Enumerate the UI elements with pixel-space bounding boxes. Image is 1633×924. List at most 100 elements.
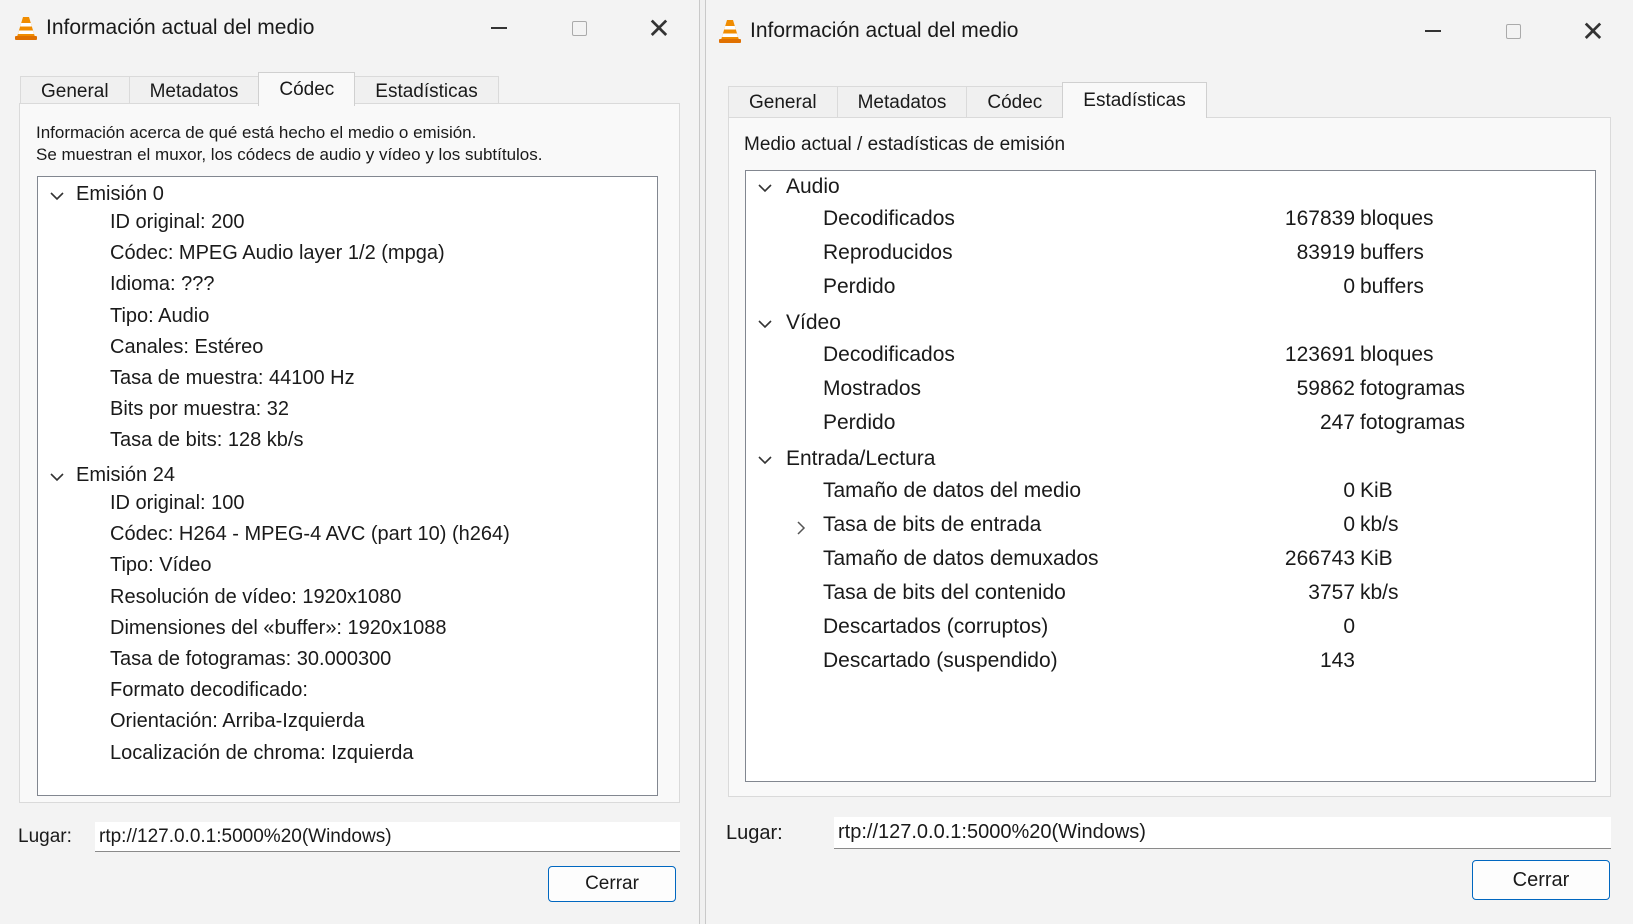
tree-stream-24[interactable]: Emisión 24 — [38, 462, 657, 492]
minimize-button[interactable] — [1393, 11, 1473, 51]
stat-name: Perdido — [823, 411, 896, 434]
stat-row: Mostrados 59862 fotogramas — [746, 377, 1595, 407]
tab-estadisticas[interactable]: Estadísticas — [1062, 82, 1207, 118]
chevron-down-icon[interactable] — [756, 315, 774, 333]
tree-section-audio[interactable]: Audio — [746, 173, 1595, 203]
stream-property: Resolución de vídeo: 1920x1080 — [110, 585, 402, 608]
stream-property: Idioma: ??? — [110, 273, 215, 296]
codec-tree[interactable]: Emisión 0 ID original: 200 Códec: MPEG A… — [37, 176, 658, 796]
stat-row: Perdido 0 buffers — [746, 275, 1595, 305]
stream-property: Bits por muestra: 32 — [110, 398, 289, 421]
stream-property: Tipo: Vídeo — [110, 554, 212, 577]
maximize-button[interactable] — [539, 8, 619, 48]
stat-name: Tamaño de datos del medio — [823, 479, 1081, 502]
location-field[interactable]: rtp://127.0.0.1:5000%20(Windows) — [834, 817, 1611, 849]
location-label: Lugar: — [18, 826, 72, 847]
stat-value: 0 — [1343, 275, 1355, 298]
tree-section-input[interactable]: Entrada/Lectura — [746, 445, 1595, 475]
stat-unit: bloques — [1360, 343, 1434, 366]
chevron-down-icon[interactable] — [756, 179, 774, 197]
chevron-down-icon[interactable] — [48, 468, 66, 486]
stat-row: Tamaño de datos del medio 0 KiB — [746, 479, 1595, 509]
close-icon: ✕ — [1581, 15, 1605, 47]
stream-property: Tasa de muestra: 44100 Hz — [110, 366, 355, 389]
maximize-icon — [571, 20, 587, 36]
stat-unit: kb/s — [1360, 513, 1399, 536]
media-info-window-codec: Información actual del medio ✕ General M… — [0, 0, 700, 924]
location-field[interactable]: rtp://127.0.0.1:5000%20(Windows) — [95, 822, 680, 852]
tree-section-video[interactable]: Vídeo — [746, 309, 1595, 339]
stat-value: 266743 — [1284, 547, 1355, 570]
tab-codec[interactable]: Códec — [258, 72, 356, 106]
stat-name: Descartado (suspendido) — [823, 649, 1058, 672]
statistics-description: Medio actual / estadísticas de emisión — [744, 134, 1066, 155]
chevron-right-icon[interactable] — [792, 519, 810, 537]
vlc-cone-icon — [15, 17, 37, 40]
stat-value: 0 — [1343, 615, 1355, 638]
stat-name: Perdido — [823, 275, 896, 298]
stream-property: Tasa de bits: 128 kb/s — [110, 429, 304, 452]
stat-unit: buffers — [1360, 275, 1424, 298]
chevron-down-icon[interactable] — [756, 451, 774, 469]
tab-general[interactable]: General — [728, 86, 838, 118]
stat-row: Decodificados 123691 bloques — [746, 343, 1595, 373]
close-dialog-button[interactable]: Cerrar — [548, 866, 676, 902]
stat-row: Descartados (corruptos) 0 — [746, 615, 1595, 645]
media-info-window-statistics: Información actual del medio ✕ General M… — [705, 0, 1633, 924]
stat-row: Tamaño de datos demuxados 266743 KiB — [746, 547, 1595, 577]
stream-property: Localización de chroma: Izquierda — [110, 741, 414, 764]
statistics-tree[interactable]: Audio Decodificados 167839 bloques Repro… — [745, 170, 1596, 782]
stat-value: 0 — [1343, 513, 1355, 536]
tab-codec[interactable]: Códec — [966, 86, 1064, 118]
stat-value: 247 — [1319, 411, 1355, 434]
tab-general[interactable]: General — [20, 76, 130, 106]
stream-property: ID original: 100 — [110, 492, 245, 514]
stream-property: Códec: H264 - MPEG-4 AVC (part 10) (h264… — [110, 523, 510, 546]
minimize-button[interactable] — [459, 8, 539, 48]
minimize-icon — [1425, 30, 1441, 32]
stream-property: Códec: MPEG Audio layer 1/2 (mpga) — [110, 242, 445, 265]
tab-estadisticas[interactable]: Estadísticas — [354, 76, 499, 106]
stream-property: Dimensiones del «buffer»: 1920x1088 — [110, 616, 447, 639]
stat-value: 143 — [1319, 649, 1355, 672]
chevron-down-icon[interactable] — [48, 187, 66, 205]
stat-name: Decodificados — [823, 343, 955, 366]
stat-name: Decodificados — [823, 207, 955, 230]
tree-stream-0[interactable]: Emisión 0 — [38, 181, 657, 211]
stream-24-items: ID original: 100 Códec: H264 - MPEG-4 AV… — [110, 492, 510, 773]
stream-property: Orientación: Arriba-Izquierda — [110, 710, 365, 733]
close-dialog-button[interactable]: Cerrar — [1472, 860, 1610, 900]
stat-unit: fotogramas — [1360, 377, 1466, 400]
stat-value: 83919 — [1296, 241, 1355, 264]
section-title: Entrada/Lectura — [786, 447, 936, 470]
stat-unit: KiB — [1360, 547, 1393, 570]
codec-description-line1: Información acerca de qué está hecho el … — [36, 123, 477, 142]
stat-unit: fotogramas — [1360, 411, 1466, 434]
stat-value: 59862 — [1296, 377, 1355, 400]
stat-row: Tasa de bits del contenido 3757 kb/s — [746, 581, 1595, 611]
stat-name: Tasa de bits del contenido — [823, 581, 1066, 604]
stream-0-items: ID original: 200 Códec: MPEG Audio layer… — [110, 211, 445, 461]
window-title: Información actual del medio — [46, 16, 315, 39]
stream-property: Tipo: Audio — [110, 304, 210, 327]
section-title: Vídeo — [786, 311, 841, 334]
stat-value: 3757 — [1308, 581, 1355, 604]
stat-name: Tasa de bits de entrada — [823, 513, 1042, 536]
close-window-button[interactable]: ✕ — [619, 8, 699, 48]
stat-row: Descartado (suspendido) 143 — [746, 649, 1595, 679]
stat-value: 167839 — [1284, 207, 1355, 230]
close-window-button[interactable]: ✕ — [1553, 11, 1633, 51]
stat-row: Reproducidos 83919 buffers — [746, 241, 1595, 271]
title-bar: Información actual del medio ✕ — [706, 0, 1633, 62]
tab-metadatos[interactable]: Metadatos — [836, 86, 968, 118]
stat-row: Perdido 247 fotogramas — [746, 411, 1595, 441]
stat-name: Descartados (corruptos) — [823, 615, 1049, 638]
stat-row-expandable[interactable]: Tasa de bits de entrada 0 kb/s — [746, 513, 1595, 543]
maximize-button[interactable] — [1473, 11, 1553, 51]
codec-panel: Información acerca de qué está hecho el … — [19, 103, 680, 803]
section-title: Audio — [786, 175, 840, 198]
stat-unit: buffers — [1360, 241, 1424, 264]
tab-metadatos[interactable]: Metadatos — [128, 76, 260, 106]
stat-value: 0 — [1343, 479, 1355, 502]
tab-bar: General Metadatos Códec Estadísticas — [20, 72, 499, 106]
